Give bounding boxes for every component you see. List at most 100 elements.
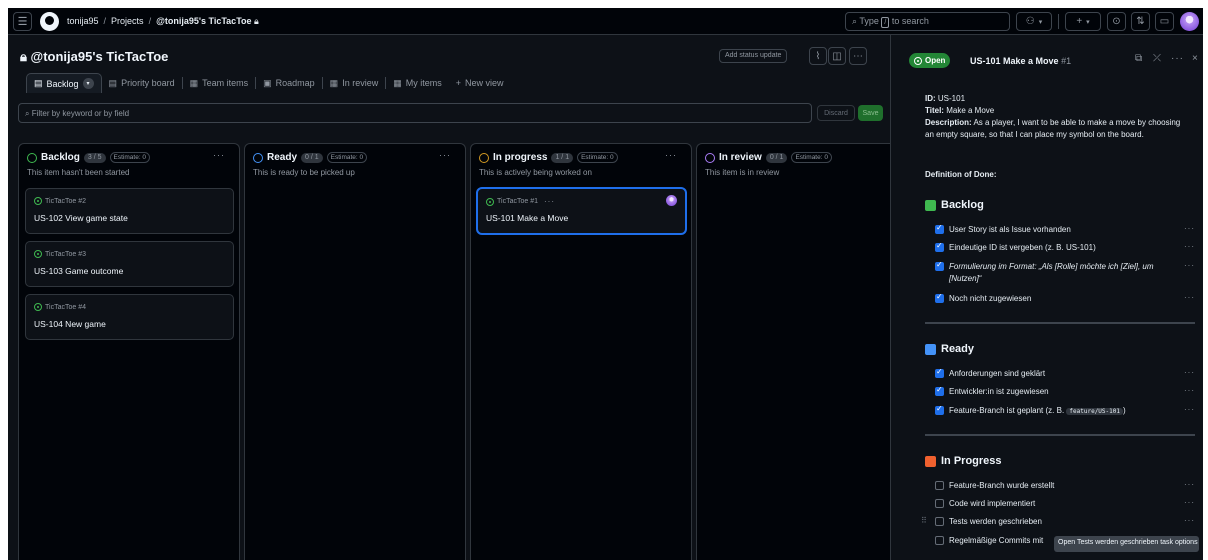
save-button[interactable]: Save — [858, 105, 883, 121]
tab-my-items[interactable]: ▦ My items — [386, 73, 449, 93]
column-menu-icon[interactable]: ··· — [439, 150, 451, 160]
column-header: Ready 0 / 1 Estimate: 0 — [253, 152, 368, 163]
task-checkbox[interactable] — [935, 385, 944, 396]
section-ready-heading: Ready — [925, 343, 974, 355]
column-in-progress: In progress 1 / 1 Estimate: 0 ··· This i… — [470, 143, 692, 560]
column-ready: Ready 0 / 1 Estimate: 0 ··· This is read… — [244, 143, 466, 560]
slash-key: / — [881, 17, 890, 28]
breadcrumb-owner[interactable]: tonija95 — [67, 16, 99, 26]
section-backlog-heading: Backlog — [925, 199, 984, 211]
table-icon: ▦ — [329, 77, 339, 88]
card-title[interactable]: US-102 View game state — [34, 213, 128, 223]
task-menu-icon[interactable]: ··· — [1184, 386, 1195, 395]
plus-icon: + — [455, 78, 461, 88]
status-ready-icon — [253, 152, 263, 163]
status-badge: Open — [909, 53, 951, 68]
task-item: Noch nicht zugewiesen ··· — [925, 292, 1195, 307]
breadcrumb-project[interactable]: @tonija95's TicTacToe — [156, 16, 251, 26]
inbox-icon: ▭ — [1159, 16, 1170, 27]
task-menu-icon[interactable]: ··· — [1184, 516, 1195, 525]
inbox-button[interactable]: ▭ — [1155, 12, 1174, 31]
avatar[interactable] — [1180, 12, 1199, 31]
more-icon[interactable]: ··· — [1171, 53, 1184, 64]
discard-button[interactable]: Discard — [817, 105, 855, 121]
column-description: This is ready to be picked up — [253, 168, 355, 177]
task-item: Eindeutige ID ist vergeben (z. B. US-101… — [925, 241, 1195, 256]
card-title[interactable]: US-101 Make a Move — [486, 213, 568, 223]
breadcrumb-projects[interactable]: Projects — [111, 16, 144, 26]
project-menu-button[interactable]: ⋯ — [849, 47, 867, 65]
task-checkbox[interactable] — [935, 223, 944, 234]
column-count: 3 / 5 — [83, 152, 106, 163]
column-description: This item is in review — [705, 168, 780, 177]
task-item: Feature-Branch wurde erstellt ··· — [925, 480, 1195, 494]
copilot-button[interactable]: ⚇ ▾ — [1016, 12, 1052, 31]
divider — [925, 322, 1195, 324]
divider — [925, 434, 1195, 436]
green-square-icon — [925, 199, 936, 211]
filter-input[interactable]: ⌕ Filter by keyword or by field — [18, 103, 812, 123]
task-menu-icon[interactable]: ··· — [1184, 242, 1195, 251]
issues-button[interactable]: ⊙ — [1107, 12, 1126, 31]
tab-backlog[interactable]: ▤ Backlog ▾ — [26, 73, 102, 93]
column-estimate: Estimate: 0 — [326, 152, 368, 163]
column-estimate: Estimate: 0 — [791, 152, 832, 163]
issue-side-panel: Open US-101 Make a Move #1 ⧉ ⤫ ··· × ID:… — [890, 35, 1203, 560]
unpin-icon[interactable]: ⤫ — [1153, 53, 1161, 64]
search-input[interactable]: ⌕ Type / to search — [845, 12, 1010, 31]
insights-button[interactable]: ⌇ — [809, 47, 827, 65]
task-checkbox[interactable] — [935, 404, 944, 415]
column-menu-icon[interactable]: ··· — [213, 150, 225, 160]
open-issue-icon — [34, 303, 42, 311]
menu-icon[interactable]: ☰ — [13, 12, 32, 31]
card-us-104[interactable]: TicTacToe #4 US-104 New game — [25, 294, 234, 340]
task-checkbox[interactable] — [935, 292, 944, 303]
column-backlog: Backlog 3 / 5 Estimate: 0 ··· This item … — [18, 143, 240, 560]
create-new-button[interactable]: + ▾ — [1065, 12, 1101, 31]
task-checkbox[interactable] — [935, 536, 944, 545]
task-menu-icon[interactable]: ··· — [1184, 480, 1195, 489]
card-us-103[interactable]: TicTacToe #3 US-103 Game outcome — [25, 241, 234, 287]
layout-icon: ◫ — [832, 50, 842, 62]
github-logo-icon[interactable] — [40, 12, 59, 31]
card-title[interactable]: US-103 Game outcome — [34, 266, 123, 276]
task-menu-icon[interactable]: ··· — [1184, 368, 1195, 377]
task-checkbox[interactable] — [935, 260, 944, 271]
card-us-102[interactable]: TicTacToe #2 US-102 View game state — [25, 188, 234, 234]
tab-team-items[interactable]: ▦ Team items — [183, 73, 256, 93]
issue-title[interactable]: US-101 Make a Move #1 — [970, 56, 1071, 66]
chevron-down-icon[interactable]: ▾ — [82, 78, 94, 89]
card-us-101[interactable]: TicTacToe #1 ··· US-101 Make a Move — [477, 188, 686, 234]
project-board: 🔒︎ @tonija95's TicTacToe Add status upda… — [8, 35, 896, 560]
new-view-button[interactable]: + New view — [449, 73, 511, 93]
column-in-review: In review 0 / 1 Estimate: 0 This item is… — [696, 143, 896, 560]
column-menu-icon[interactable]: ··· — [665, 150, 677, 160]
task-checkbox[interactable] — [935, 499, 944, 508]
tab-in-review[interactable]: ▦ In review — [323, 73, 386, 93]
task-menu-icon[interactable]: ··· — [1184, 293, 1195, 302]
card-menu-icon[interactable]: ··· — [544, 197, 555, 206]
card-title[interactable]: US-104 New game — [34, 319, 106, 329]
side-panel-button[interactable]: ◫ — [828, 47, 846, 65]
breadcrumb: tonija95/Projects / @tonija95's TicTacToe … — [67, 16, 259, 26]
pull-requests-button[interactable]: ⇅ — [1131, 12, 1150, 31]
task-menu-icon[interactable]: ··· — [1184, 498, 1195, 507]
tab-roadmap[interactable]: ▣ Roadmap — [256, 73, 322, 93]
assignee-avatar[interactable] — [666, 195, 677, 206]
task-checkbox[interactable] — [935, 367, 944, 378]
copy-icon[interactable]: ⧉ — [1135, 53, 1142, 64]
task-checkbox[interactable] — [935, 481, 944, 490]
task-menu-icon[interactable]: ··· — [1184, 405, 1195, 414]
task-menu-icon[interactable]: ··· — [1184, 224, 1195, 233]
chevron-down-icon: ▾ — [1086, 18, 1090, 26]
column-count: 0 / 1 — [765, 152, 788, 163]
task-checkbox[interactable] — [935, 517, 944, 526]
copilot-icon: ⚇ — [1025, 16, 1035, 27]
add-status-update-button[interactable]: Add status update — [719, 49, 788, 63]
task-item: Tests werden geschrieben ··· — [925, 516, 1195, 530]
task-menu-icon[interactable]: ··· — [1184, 261, 1195, 270]
chart-icon: ⌇ — [815, 50, 821, 62]
tab-priority-board[interactable]: ▤ Priority board — [102, 73, 182, 93]
task-checkbox[interactable] — [935, 241, 944, 252]
close-icon[interactable]: × — [1192, 53, 1198, 64]
